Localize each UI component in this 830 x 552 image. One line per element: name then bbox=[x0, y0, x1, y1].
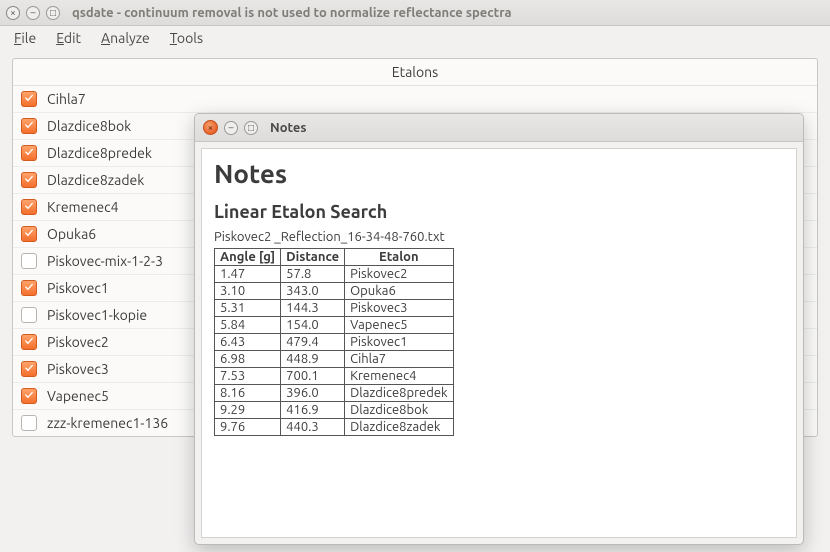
checkbox-icon[interactable] bbox=[21, 334, 37, 350]
table-cell: Dlazdice8predek bbox=[345, 385, 453, 402]
table-row: 8.16396.0Dlazdice8predek bbox=[215, 385, 454, 402]
menu-file[interactable]: File bbox=[14, 30, 36, 46]
table-cell: 416.9 bbox=[281, 402, 345, 419]
table-cell: Piskovec3 bbox=[345, 300, 453, 317]
menubar: File Edit Analyze Tools bbox=[0, 26, 830, 52]
table-cell: 343.0 bbox=[281, 283, 345, 300]
etalon-label: Dlazdice8predek bbox=[47, 145, 152, 161]
checkbox-icon[interactable] bbox=[21, 199, 37, 215]
table-cell: 7.53 bbox=[215, 368, 281, 385]
menu-tools[interactable]: Tools bbox=[170, 30, 203, 46]
etalon-row[interactable]: Cihla7 bbox=[13, 86, 817, 113]
etalon-label: zzz-kremenec1-136 bbox=[47, 415, 168, 431]
table-row: 9.76440.3Dlazdice8zadek bbox=[215, 419, 454, 436]
table-cell: 479.4 bbox=[281, 334, 345, 351]
maximize-icon[interactable]: □ bbox=[244, 121, 258, 135]
table-row: 6.98448.9Cihla7 bbox=[215, 351, 454, 368]
table-cell: 700.1 bbox=[281, 368, 345, 385]
etalon-label: Piskovec2 bbox=[47, 334, 109, 350]
etalon-label: Piskovec3 bbox=[47, 361, 109, 377]
etalon-label: Dlazdice8zadek bbox=[47, 172, 144, 188]
table-cell: 1.47 bbox=[215, 266, 281, 283]
table-cell: Piskovec1 bbox=[345, 334, 453, 351]
menu-analyze[interactable]: Analyze bbox=[101, 30, 150, 46]
notes-window-title: Notes bbox=[270, 121, 307, 135]
notes-filename: Piskovec2 _Reflection_16-34-48-760.txt bbox=[214, 230, 784, 244]
table-cell: 448.9 bbox=[281, 351, 345, 368]
table-cell: 396.0 bbox=[281, 385, 345, 402]
maximize-icon[interactable]: □ bbox=[46, 6, 60, 20]
etalon-label: Dlazdice8bok bbox=[47, 118, 131, 134]
etalons-panel-title: Etalons bbox=[13, 59, 817, 86]
table-header-cell: Distance bbox=[281, 249, 345, 266]
table-row: 6.43479.4Piskovec1 bbox=[215, 334, 454, 351]
checkbox-icon[interactable] bbox=[21, 415, 37, 431]
results-table: Angle [g]DistanceEtalon 1.4757.8Piskovec… bbox=[214, 248, 454, 436]
checkbox-icon[interactable] bbox=[21, 361, 37, 377]
close-icon[interactable]: × bbox=[6, 6, 20, 20]
table-cell: Opuka6 bbox=[345, 283, 453, 300]
table-cell: 440.3 bbox=[281, 419, 345, 436]
etalon-label: Kremenec4 bbox=[47, 199, 118, 215]
table-cell: Kremenec4 bbox=[345, 368, 453, 385]
checkbox-icon[interactable] bbox=[21, 145, 37, 161]
etalon-label: Piskovec1 bbox=[47, 280, 109, 296]
checkbox-icon[interactable] bbox=[21, 172, 37, 188]
notes-window: × – □ Notes Notes Linear Etalon Search P… bbox=[194, 113, 804, 545]
main-titlebar: × – □ qsdate - continuum removal is not … bbox=[0, 0, 830, 26]
minimize-icon[interactable]: – bbox=[26, 6, 40, 20]
etalon-label: Opuka6 bbox=[47, 226, 96, 242]
table-cell: 3.10 bbox=[215, 283, 281, 300]
notes-body: Notes Linear Etalon Search Piskovec2 _Re… bbox=[201, 148, 797, 538]
table-cell: 5.84 bbox=[215, 317, 281, 334]
checkbox-icon[interactable] bbox=[21, 91, 37, 107]
notes-titlebar[interactable]: × – □ Notes bbox=[195, 114, 803, 142]
minimize-icon[interactable]: – bbox=[224, 121, 238, 135]
table-cell: 144.3 bbox=[281, 300, 345, 317]
table-cell: Piskovec2 bbox=[345, 266, 453, 283]
etalon-label: Piskovec1-kopie bbox=[47, 307, 147, 323]
table-cell: 9.29 bbox=[215, 402, 281, 419]
table-cell: 57.8 bbox=[281, 266, 345, 283]
table-cell: Cihla7 bbox=[345, 351, 453, 368]
etalon-label: Piskovec-mix-1-2-3 bbox=[47, 253, 163, 269]
table-cell: 6.43 bbox=[215, 334, 281, 351]
table-row: 9.29416.9Dlazdice8bok bbox=[215, 402, 454, 419]
etalon-label: Cihla7 bbox=[47, 91, 86, 107]
window-title: qsdate - continuum removal is not used t… bbox=[72, 6, 512, 20]
checkbox-icon[interactable] bbox=[21, 388, 37, 404]
table-row: 7.53700.1Kremenec4 bbox=[215, 368, 454, 385]
table-cell: Vapenec5 bbox=[345, 317, 453, 334]
notes-subheading: Linear Etalon Search bbox=[214, 202, 784, 222]
table-cell: Dlazdice8zadek bbox=[345, 419, 453, 436]
checkbox-icon[interactable] bbox=[21, 226, 37, 242]
table-row: 1.4757.8Piskovec2 bbox=[215, 266, 454, 283]
table-cell: 154.0 bbox=[281, 317, 345, 334]
table-header-cell: Angle [g] bbox=[215, 249, 281, 266]
checkbox-icon[interactable] bbox=[21, 280, 37, 296]
table-cell: 5.31 bbox=[215, 300, 281, 317]
table-row: 3.10343.0Opuka6 bbox=[215, 283, 454, 300]
table-cell: 8.16 bbox=[215, 385, 281, 402]
table-header-cell: Etalon bbox=[345, 249, 453, 266]
notes-heading: Notes bbox=[214, 159, 784, 188]
table-row: 5.31144.3Piskovec3 bbox=[215, 300, 454, 317]
etalon-label: Vapenec5 bbox=[47, 388, 109, 404]
table-cell: 9.76 bbox=[215, 419, 281, 436]
checkbox-icon[interactable] bbox=[21, 118, 37, 134]
table-cell: 6.98 bbox=[215, 351, 281, 368]
table-row: 5.84154.0Vapenec5 bbox=[215, 317, 454, 334]
menu-edit[interactable]: Edit bbox=[56, 30, 81, 46]
checkbox-icon[interactable] bbox=[21, 253, 37, 269]
checkbox-icon[interactable] bbox=[21, 307, 37, 323]
table-cell: Dlazdice8bok bbox=[345, 402, 453, 419]
close-icon[interactable]: × bbox=[203, 120, 218, 135]
